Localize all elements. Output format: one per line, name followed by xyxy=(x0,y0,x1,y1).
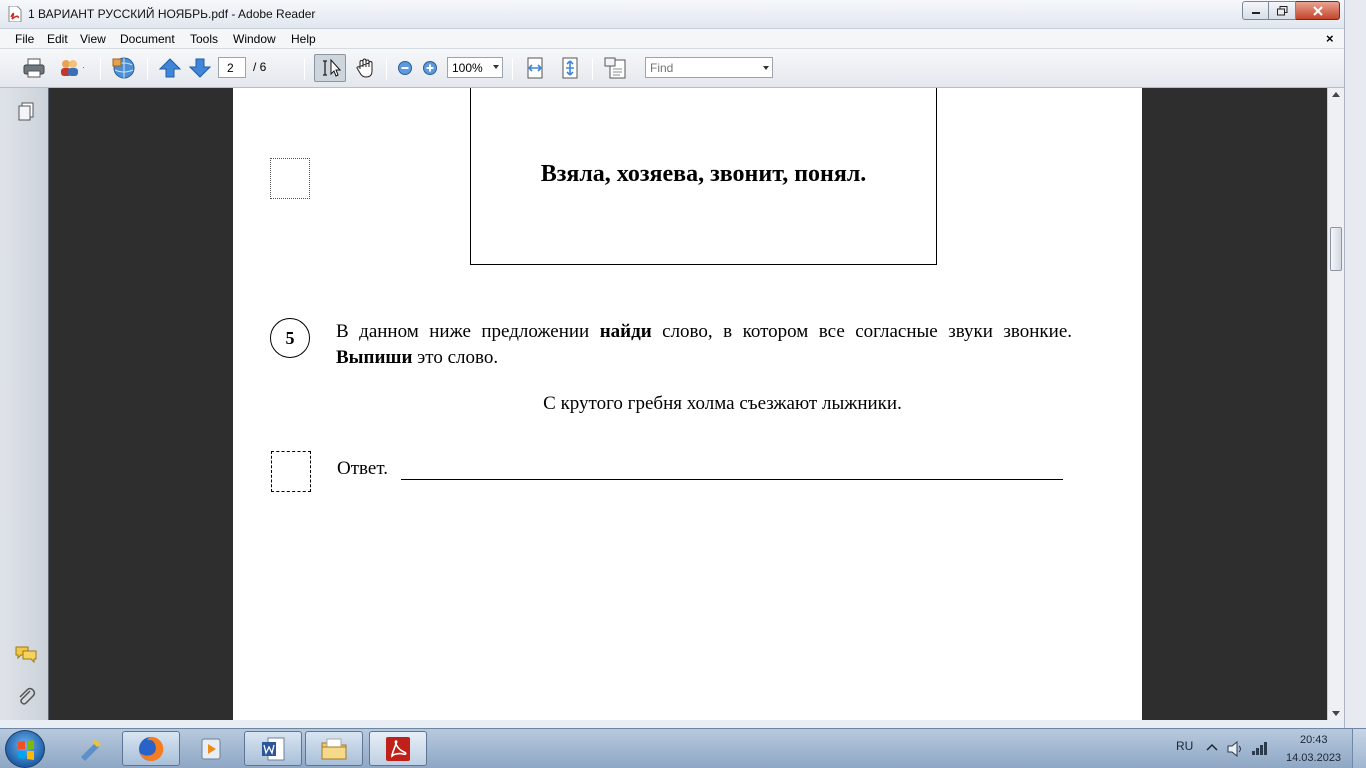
media-player-icon xyxy=(201,738,221,759)
comments-panel-button[interactable] xyxy=(14,642,38,666)
window-title: 1 ВАРИАНТ РУССКИЙ НОЯБРЬ.pdf - Adobe Rea… xyxy=(28,7,316,21)
question-number: 5 xyxy=(270,318,310,358)
read-mode-icon xyxy=(604,57,626,79)
question-text-part: слово, в котором все согласные звуки зво… xyxy=(651,321,1073,342)
chevron-down-icon xyxy=(493,65,499,69)
menu-document[interactable]: Document xyxy=(120,32,175,46)
tools-app-icon xyxy=(81,738,101,761)
question-text-bold: Выпиши xyxy=(336,347,413,368)
windows-logo-icon xyxy=(18,740,34,760)
answer-line xyxy=(401,479,1063,480)
zoom-level-value: 100% xyxy=(452,61,483,75)
score-box xyxy=(271,451,311,492)
collaborate-button[interactable] xyxy=(111,56,137,80)
question-text-part: В данном ниже предложении xyxy=(336,321,600,342)
scroll-down-icon[interactable] xyxy=(1332,711,1340,716)
zoom-out-icon xyxy=(398,61,412,75)
taskbar-app-media-player[interactable] xyxy=(182,731,240,766)
window-controls xyxy=(1242,1,1340,20)
zoom-out-button[interactable] xyxy=(392,56,418,80)
share-button[interactable] xyxy=(58,56,84,80)
scrollbar-thumb[interactable] xyxy=(1330,227,1342,271)
menu-tools[interactable]: Tools xyxy=(190,32,218,46)
menu-help[interactable]: Help xyxy=(291,32,316,46)
folder-icon xyxy=(321,738,347,759)
adobe-reader-icon xyxy=(386,736,410,761)
close-icon xyxy=(1312,5,1323,16)
read-mode-button[interactable] xyxy=(603,56,629,80)
question-text-part: это слово. xyxy=(412,347,499,368)
menu-view[interactable]: View xyxy=(80,32,106,46)
fit-page-icon xyxy=(562,57,578,79)
word-list-text: Взяла, хозяева, звонит, понял. xyxy=(540,161,867,187)
maximize-button[interactable] xyxy=(1269,1,1296,20)
taskbar-app-word[interactable] xyxy=(244,731,302,766)
minimize-icon xyxy=(1251,11,1260,14)
question-text-bold: найди xyxy=(599,321,652,342)
close-document-button[interactable]: × xyxy=(1326,31,1334,46)
answer-label: Ответ. xyxy=(337,458,388,479)
taskbar-app-adobe-reader[interactable] xyxy=(369,731,427,766)
background-window[interactable] xyxy=(1344,0,1366,728)
fit-width-icon xyxy=(527,57,543,79)
restore-icon xyxy=(1276,5,1287,15)
chevron-down-icon[interactable] xyxy=(763,66,769,70)
hand-tool-button[interactable] xyxy=(352,56,378,80)
network-signal-icon[interactable] xyxy=(1251,740,1269,756)
zoom-level-select[interactable]: 100% xyxy=(447,57,503,78)
paperclip-icon xyxy=(19,687,36,705)
pages-icon xyxy=(18,102,34,121)
clock-date[interactable]: 14.03.2023 xyxy=(1286,752,1341,764)
menu-file[interactable]: File xyxy=(15,32,34,46)
attachments-panel-button[interactable] xyxy=(14,684,38,708)
menu-window[interactable]: Window xyxy=(233,32,276,46)
title-bar: 1 ВАРИАНТ РУССКИЙ НОЯБРЬ.pdf - Adobe Rea… xyxy=(0,0,1366,29)
show-desktop-button[interactable] xyxy=(1352,729,1366,768)
pdf-document-icon xyxy=(8,5,22,23)
word-icon xyxy=(262,737,285,760)
minimize-button[interactable] xyxy=(1242,1,1269,20)
taskbar-app-tools[interactable] xyxy=(62,731,120,766)
pages-panel-button[interactable] xyxy=(14,100,38,124)
fit-page-button[interactable] xyxy=(557,56,583,80)
fit-width-button[interactable] xyxy=(522,56,548,80)
find-input[interactable] xyxy=(646,58,760,77)
taskbar: RU 20:43 14.03.2023 xyxy=(0,728,1366,768)
firefox-icon xyxy=(139,736,164,761)
tray-expand-icon[interactable] xyxy=(1206,742,1218,752)
word-list-frame: Взяла, хозяева, звонит, понял. xyxy=(470,88,937,265)
navigation-panel xyxy=(0,88,49,720)
previous-page-button[interactable] xyxy=(157,56,183,80)
vertical-scrollbar[interactable] xyxy=(1327,88,1344,720)
page-total-label: / 6 xyxy=(253,60,267,74)
input-language-indicator[interactable]: RU xyxy=(1176,739,1193,753)
printer-icon xyxy=(23,58,45,78)
hand-icon xyxy=(356,58,373,78)
task-sentence: С крутого гребня холма съезжают лыжники. xyxy=(543,393,902,414)
print-button[interactable] xyxy=(21,56,47,80)
question-text: В данном ниже предложении найди слово, в… xyxy=(336,319,1072,371)
scroll-up-icon[interactable] xyxy=(1332,92,1340,97)
start-button[interactable] xyxy=(5,730,45,768)
volume-icon[interactable] xyxy=(1227,741,1245,757)
comments-icon xyxy=(15,646,37,664)
find-box[interactable] xyxy=(645,57,773,78)
next-page-button[interactable] xyxy=(187,56,213,80)
text-select-cursor-icon xyxy=(323,58,342,77)
menu-edit[interactable]: Edit xyxy=(47,32,68,46)
score-box xyxy=(270,158,310,199)
menu-bar: File Edit View Document Tools Window Hel… xyxy=(0,29,1344,49)
people-share-icon xyxy=(61,60,84,76)
select-tool-button[interactable] xyxy=(314,54,346,82)
arrow-up-icon xyxy=(159,58,181,78)
taskbar-app-firefox[interactable] xyxy=(122,731,180,766)
globe-collaborate-icon xyxy=(112,57,135,79)
zoom-in-button[interactable] xyxy=(417,56,443,80)
zoom-in-icon xyxy=(423,61,437,75)
clock-time[interactable]: 20:43 xyxy=(1300,734,1328,746)
taskbar-app-explorer[interactable] xyxy=(305,731,363,766)
page-number-input[interactable] xyxy=(218,57,246,78)
arrow-down-icon xyxy=(189,58,211,78)
close-window-button[interactable] xyxy=(1296,1,1340,20)
